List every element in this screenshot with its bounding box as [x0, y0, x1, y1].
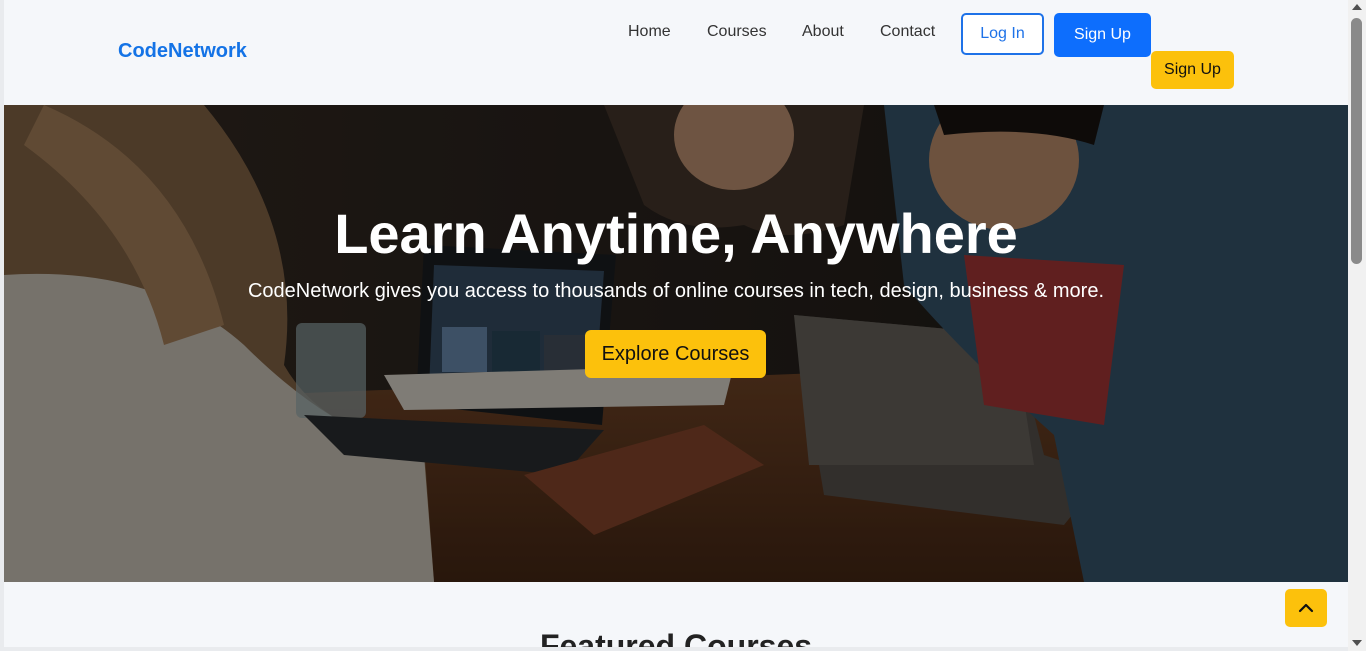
signup-button-secondary[interactable]: Sign Up [1151, 51, 1234, 89]
featured-courses-heading: Featured Courses [539, 628, 813, 647]
nav-contact[interactable]: Contact [880, 23, 935, 41]
explore-courses-button[interactable]: Explore Courses [585, 330, 766, 378]
login-button[interactable]: Log In [961, 13, 1044, 55]
back-to-top-button[interactable] [1285, 589, 1327, 627]
scroll-down-arrow-icon[interactable] [1352, 640, 1362, 646]
hero-section: Learn Anytime, Anywhere CodeNetwork give… [4, 105, 1348, 582]
hero-subtitle: CodeNetwork gives you access to thousand… [247, 280, 1104, 302]
site-header: CodeNetwork Home Courses About Contact L… [4, 0, 1348, 106]
chevron-up-icon [1298, 603, 1314, 613]
nav-about[interactable]: About [802, 23, 844, 41]
scrollbar-thumb[interactable] [1351, 18, 1362, 264]
signup-button[interactable]: Sign Up [1054, 13, 1151, 57]
page-viewport: CodeNetwork Home Courses About Contact L… [4, 0, 1348, 647]
page-scrollbar[interactable] [1348, 0, 1366, 651]
nav-courses[interactable]: Courses [707, 23, 767, 41]
scroll-up-arrow-icon[interactable] [1352, 4, 1362, 10]
brand-logo[interactable]: CodeNetwork [118, 40, 247, 63]
hero-title: Learn Anytime, Anywhere [334, 202, 1018, 265]
nav-home[interactable]: Home [628, 23, 671, 41]
